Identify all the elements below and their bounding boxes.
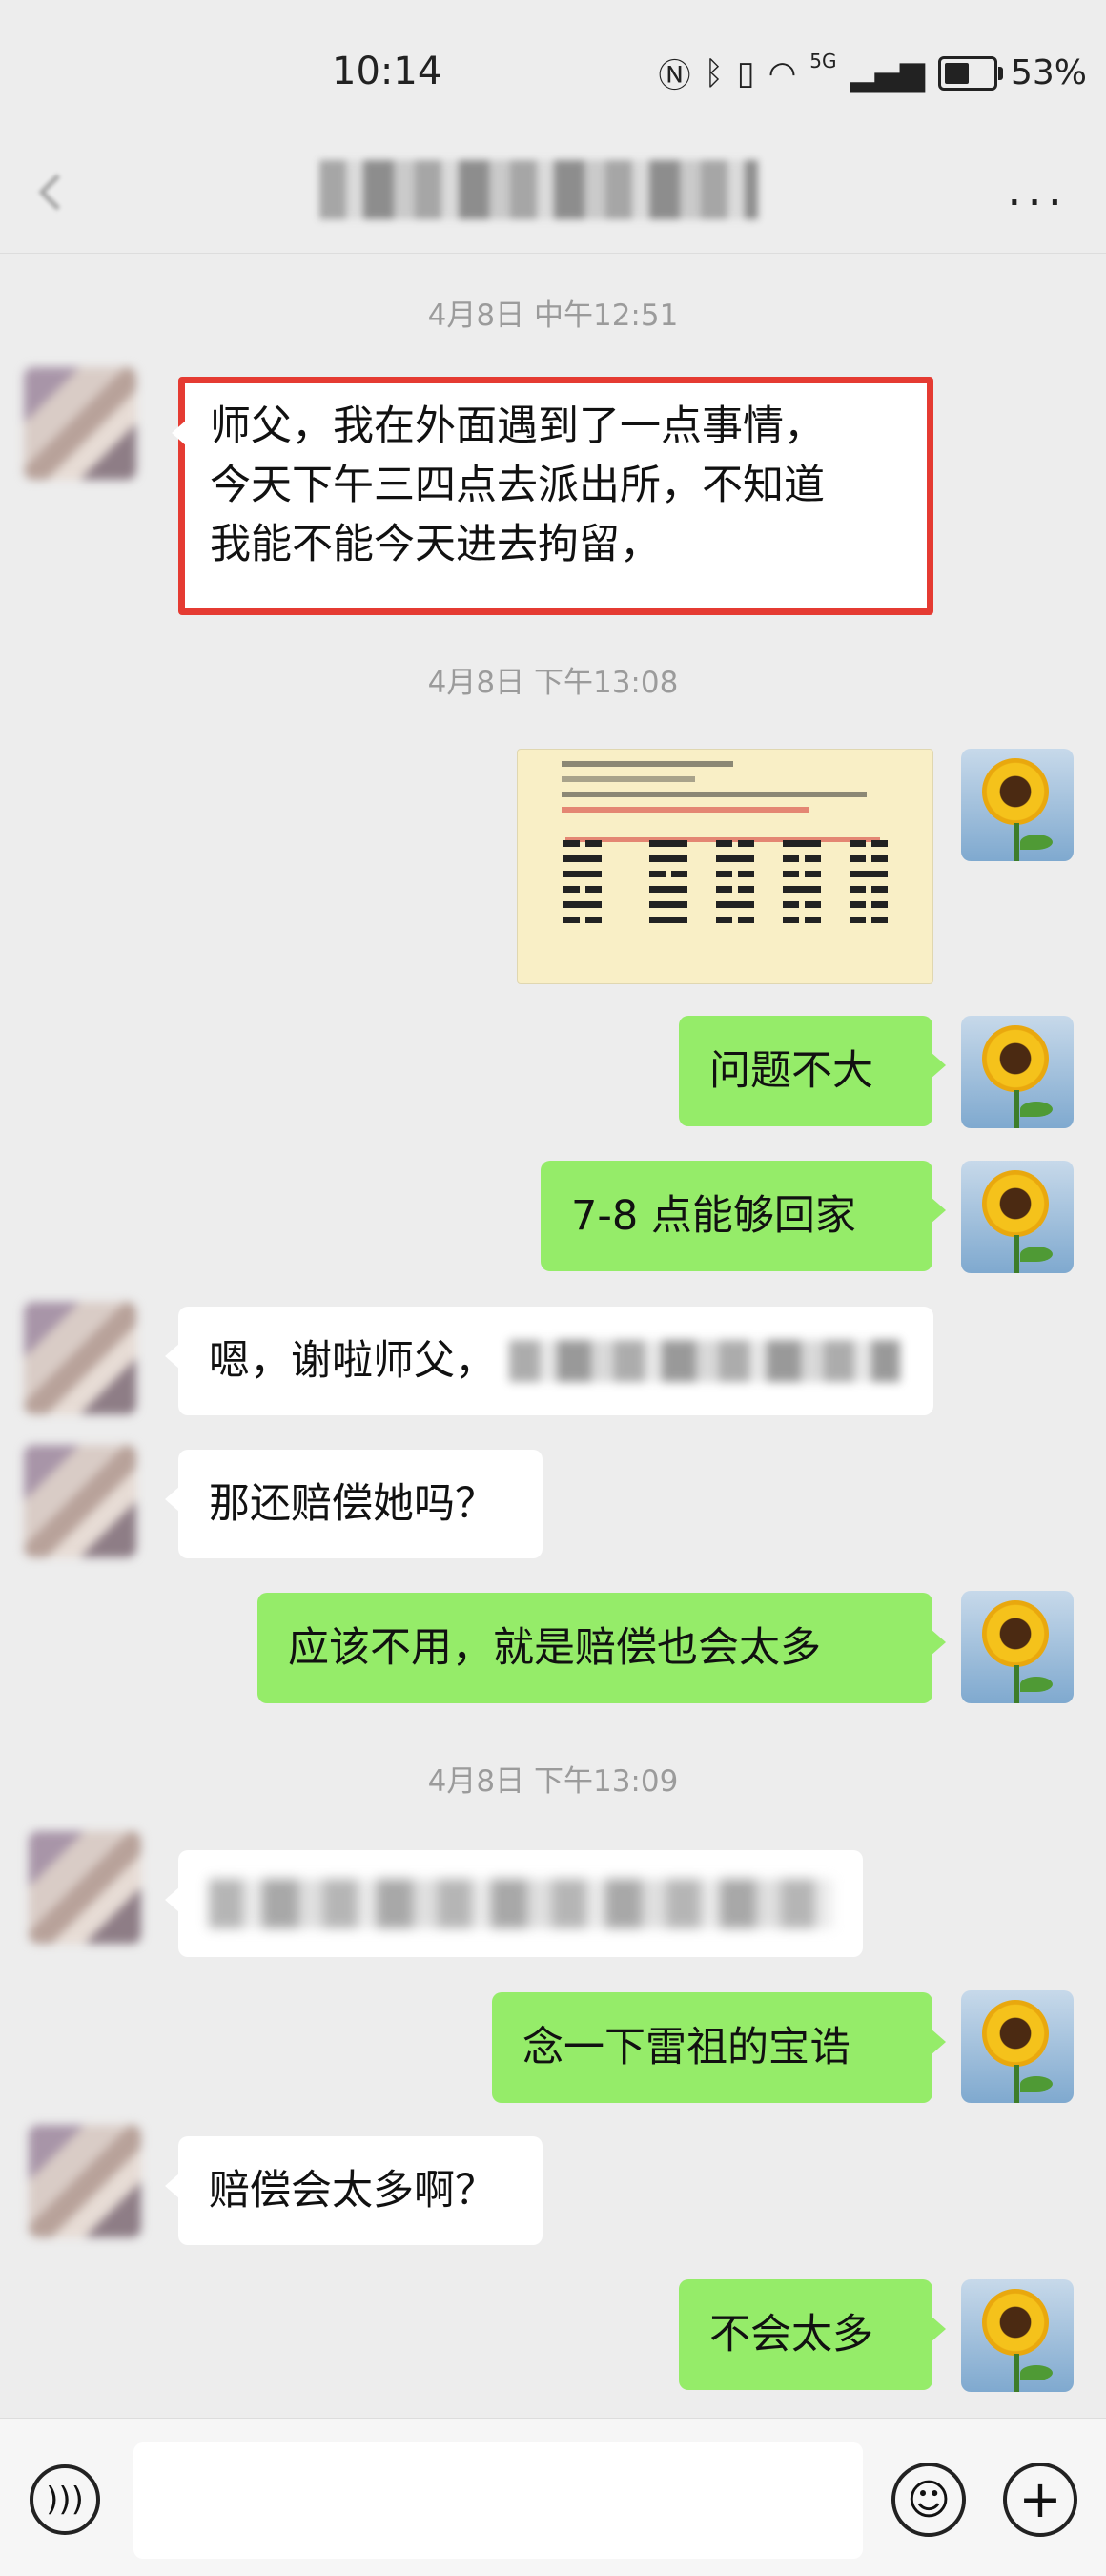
back-button[interactable] [23,153,80,229]
message-text: 我能不能今天进去拘留， [210,521,661,568]
my-avatar[interactable] [961,1016,1074,1128]
message-bubble-highlighted[interactable]: 师父，我在外面遇到了一点事情， 今天下午三四点去派出所，不知道 我能不能今天进去… [172,377,933,615]
status-time: 10:14 [332,50,442,93]
message-text: 那还赔偿她吗？ [209,1480,496,1528]
contact-avatar[interactable] [24,367,136,480]
sunflower-icon [982,1170,1049,1237]
message-text: 今天下午三四点去派出所，不知道 [210,462,825,509]
message-text: 7-8 点能够回家 [571,1192,856,1240]
my-avatar[interactable] [961,1161,1074,1273]
wifi-icon: ◠ [768,53,797,93]
image-message[interactable] [517,749,933,984]
sunflower-icon [982,1600,1049,1667]
status-bar: 10:14 Ⓝ ᛒ ▯ ◠ 5G ▂▄▆ 53% [0,0,1106,143]
timestamp: 4月8日 下午13:08 [427,666,679,700]
message-text: 念一下雷祖的宝诰 [522,2024,850,2071]
chat-title-redacted [319,160,758,219]
message-text: 嗯，谢啦师父， [209,1337,496,1385]
contact-avatar[interactable] [29,1831,141,1944]
input-bar: ))) ☺ + [0,2418,1106,2576]
my-avatar[interactable] [961,1990,1074,2103]
message-bubble-sent[interactable]: 7-8 点能够回家 [541,1161,946,1271]
voice-icon[interactable]: ))) [30,2464,100,2535]
contact-avatar[interactable] [24,1445,136,1557]
sunflower-icon [982,2000,1049,2067]
battery-icon [937,55,1003,91]
contact-avatar[interactable] [29,2125,141,2237]
message-bubble-received[interactable]: 赔偿会太多啊？ [165,2136,543,2245]
redacted-text [509,1340,900,1382]
more-options-button[interactable]: ··· [1007,176,1068,230]
my-avatar[interactable] [961,1591,1074,1703]
chat-header: ··· [0,143,1106,254]
message-text: 应该不用，就是赔偿也会太多 [288,1624,821,1672]
my-avatar[interactable] [961,2279,1074,2392]
plus-icon[interactable]: + [1003,2463,1077,2537]
status-icons: Ⓝ ᛒ ▯ ◠ 5G ▂▄▆ 53% [659,50,1088,96]
message-bubble-sent[interactable]: 念一下雷祖的宝诰 [492,1992,946,2103]
sunflower-icon [982,1025,1049,1092]
timestamp: 4月8日 下午13:09 [427,1764,679,1799]
message-text: 赔偿会太多啊？ [209,2167,496,2215]
contact-avatar[interactable] [24,1302,136,1414]
back-arrow-icon [38,174,75,211]
sunflower-icon [982,758,1049,825]
message-bubble-received-redacted[interactable] [165,1850,863,1957]
signal-icon: ▂▄▆ [850,53,925,93]
message-text: 师父，我在外面遇到了一点事情， [210,402,825,450]
redacted-text [209,1879,832,1928]
message-input[interactable] [133,2442,863,2559]
my-avatar[interactable] [961,749,1074,861]
battery-percent: 53% [1010,53,1087,93]
message-text: 不会太多 [709,2311,873,2359]
sunflower-icon [982,2289,1049,2356]
message-text: 问题不大 [709,1047,873,1095]
bluetooth-icon: ᛒ [704,53,724,93]
nfc-icon: Ⓝ [658,57,691,95]
vibrate-icon: ▯ [736,53,755,93]
message-bubble-received[interactable]: 那还赔偿她吗？ [165,1450,543,1558]
message-bubble-sent[interactable]: 应该不用，就是赔偿也会太多 [257,1593,946,1703]
network-type: 5G [809,50,837,72]
message-bubble-sent[interactable]: 问题不大 [679,1016,946,1126]
message-bubble-sent[interactable]: 不会太多 [679,2279,946,2390]
message-bubble-received[interactable]: 嗯，谢啦师父， [165,1307,933,1415]
emoji-icon[interactable]: ☺ [891,2463,966,2537]
timestamp: 4月8日 中午12:51 [427,299,679,333]
